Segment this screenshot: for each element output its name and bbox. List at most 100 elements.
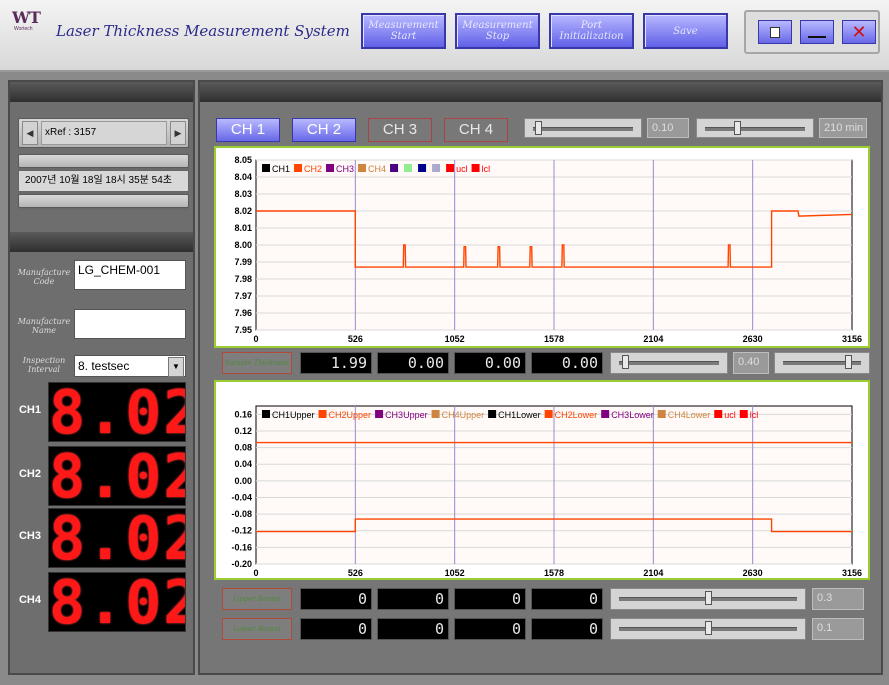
prev-button[interactable]: ◀ xyxy=(22,121,38,145)
manufacture-name-field[interactable] xyxy=(74,309,186,339)
y-tick-label: 8.04 xyxy=(234,172,252,182)
channel-label: CH3 xyxy=(18,530,41,542)
main-panel: CH 1 CH 2 CH 3 CH 4 0.10 210 min 7.95 7.96 7.… xyxy=(198,80,883,675)
inspection-interval-label: Inspection Interval xyxy=(22,356,66,374)
notepad-button[interactable] xyxy=(758,20,792,44)
slider-thumb[interactable] xyxy=(621,355,629,369)
legend-swatch xyxy=(471,164,480,172)
x-tick-label: 3156 xyxy=(842,334,862,344)
port-initialization-button[interactable]: Port Initialization xyxy=(549,13,634,49)
y-tick-label: 0.04 xyxy=(234,459,252,469)
x-tick-label: 1578 xyxy=(544,568,564,578)
x-tick-label: 526 xyxy=(348,568,363,578)
bound-readout: 0 xyxy=(454,618,526,640)
x-tick-label: 2630 xyxy=(743,568,763,578)
time-range-slider[interactable] xyxy=(696,118,814,138)
legend-swatch xyxy=(714,410,723,418)
slider-thumb[interactable] xyxy=(705,621,712,635)
y-tick-label: 7.96 xyxy=(234,308,252,318)
y-tick-label: 0.08 xyxy=(234,443,252,453)
minimize-icon xyxy=(808,36,826,38)
close-button[interactable]: ✕ xyxy=(842,20,876,44)
legend-label: CH1Lower xyxy=(498,410,541,420)
bound-readout: 0 xyxy=(454,588,526,610)
sample-slider[interactable] xyxy=(610,352,728,374)
legend-entry xyxy=(390,164,399,172)
legend-swatch xyxy=(390,164,399,172)
bound-readout: 0 xyxy=(377,588,449,610)
datetime-panel: 2007년 10월 18일 18시 35분 54초 xyxy=(18,154,189,210)
slider-thumb[interactable] xyxy=(845,355,853,369)
notepad-icon xyxy=(770,26,780,38)
measurement-stop-button[interactable]: Measurement Stop xyxy=(455,13,540,49)
legend-label: CH3Upper xyxy=(385,410,428,420)
x-tick-label: 1052 xyxy=(445,568,465,578)
bound-slider[interactable] xyxy=(610,618,806,640)
bound-label: Upper Bound xyxy=(222,588,292,610)
chart-scale-slider[interactable] xyxy=(524,118,642,138)
bound-slider[interactable] xyxy=(610,588,806,610)
legend-swatch xyxy=(418,164,427,172)
legend-swatch xyxy=(358,164,367,172)
y-tick-label: -0.04 xyxy=(231,492,252,502)
x-tick-label: 0 xyxy=(253,568,258,578)
y-tick-label: 8.03 xyxy=(234,189,252,199)
thickness-chart: 7.95 7.96 7.97 7.98 7.99 8.00 8.01 8.02 8.03 8.04… xyxy=(214,146,870,348)
inspection-interval-value: 8. testsec xyxy=(78,359,130,373)
minimize-button[interactable] xyxy=(800,20,834,44)
y-tick-label: 0.00 xyxy=(234,476,252,486)
channel-label: CH4 xyxy=(18,594,41,606)
legend-entry xyxy=(432,164,441,172)
legend-swatch xyxy=(318,410,327,418)
legend-label: CH1 xyxy=(272,164,290,174)
dropdown-arrow-icon[interactable]: ▼ xyxy=(168,357,184,377)
thickness-chart-svg: 7.95 7.96 7.97 7.98 7.99 8.00 8.01 8.02 8.03 8.04… xyxy=(234,155,862,344)
bound-readout: 0 xyxy=(300,588,372,610)
slider-thumb[interactable] xyxy=(534,121,542,135)
app-title: Laser Thickness Measurement System xyxy=(56,22,350,40)
chart-scale-value: 0.10 xyxy=(647,118,689,138)
y-tick-label: -0.12 xyxy=(231,526,252,536)
y-tick-label: 8.02 xyxy=(234,206,252,216)
sample-readout: 0.00 xyxy=(377,352,449,374)
left-panel-header xyxy=(10,82,193,102)
sample-thickness-label: Sample Thickness xyxy=(222,352,292,374)
channel-led-display: 8.02 xyxy=(48,382,186,442)
tab-ch3[interactable]: CH 3 xyxy=(368,118,432,142)
tab-ch2[interactable]: CH 2 xyxy=(292,118,356,142)
slider-thumb[interactable] xyxy=(733,121,741,135)
bound-slider-value: 0.3 xyxy=(812,588,864,610)
x-tick-label: 1052 xyxy=(445,334,465,344)
save-button[interactable]: Save xyxy=(643,13,728,49)
datetime-bottom-bar xyxy=(18,194,189,208)
sample-slider-2[interactable] xyxy=(774,352,870,374)
slider-track xyxy=(619,361,719,365)
legend-label: CH4 xyxy=(368,164,386,174)
manufacture-code-field[interactable]: LG_CHEM-001 xyxy=(74,260,186,290)
slider-thumb[interactable] xyxy=(705,591,712,605)
channel-label: CH1 xyxy=(18,404,41,416)
legend-label: CH3Lower xyxy=(611,410,654,420)
x-tick-label: 0 xyxy=(253,334,258,344)
time-range-value: 210 min xyxy=(819,118,867,138)
legend-swatch xyxy=(262,164,270,172)
legend-label: CH2Upper xyxy=(329,410,372,420)
tab-ch1[interactable]: CH 1 xyxy=(216,118,280,142)
legend-swatch xyxy=(432,164,441,172)
inspection-interval-select[interactable]: 8. testsec ▼ xyxy=(74,355,186,377)
legend-swatch xyxy=(544,410,553,418)
xref-navigator: ◀ xRef : 3157 ▶ xyxy=(18,118,189,148)
legend-swatch xyxy=(262,410,270,418)
info-section-header xyxy=(10,232,193,252)
next-button[interactable]: ▶ xyxy=(170,121,186,145)
x-tick-label: 2630 xyxy=(743,334,763,344)
company-logo: WT Wortech xyxy=(12,8,46,32)
tab-ch4[interactable]: CH 4 xyxy=(444,118,508,142)
measurement-start-button[interactable]: Measurement Start xyxy=(361,13,446,49)
bound-readout: 0 xyxy=(531,618,603,640)
bound-readout: 0 xyxy=(377,618,449,640)
legend-swatch xyxy=(326,164,335,172)
xref-label: xRef : 3157 xyxy=(41,121,167,145)
y-tick-label: -0.08 xyxy=(231,509,252,519)
legend-label: CH2 xyxy=(304,164,322,174)
